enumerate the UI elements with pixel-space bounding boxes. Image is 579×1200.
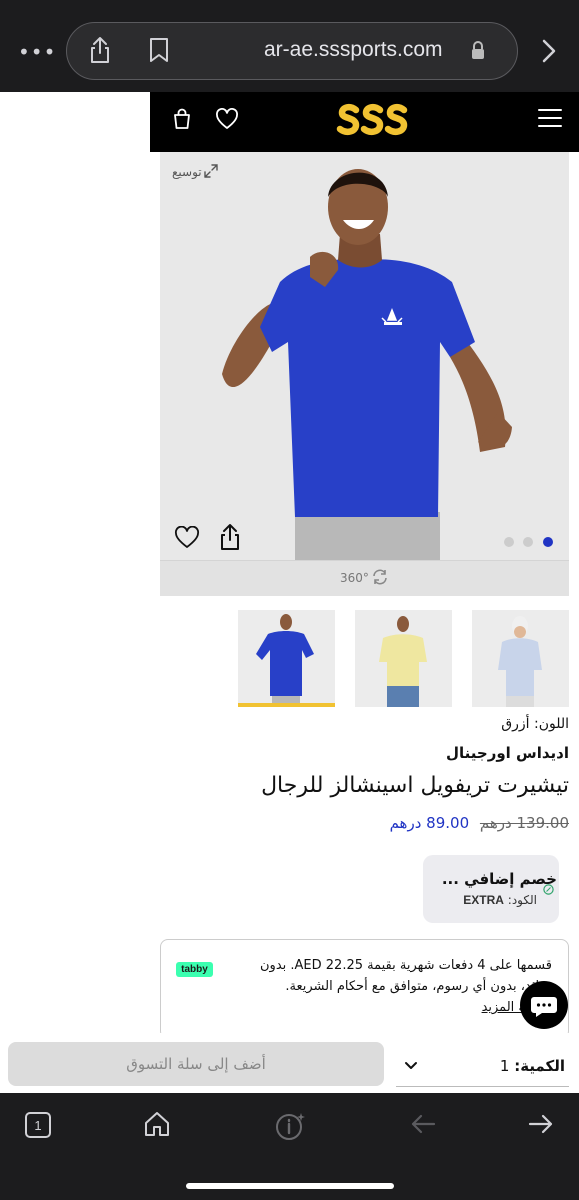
sss-logo-icon[interactable]	[336, 101, 412, 139]
thumbnail-blue-shirt[interactable]	[238, 610, 335, 707]
old-price: 139.00 درهم	[479, 814, 569, 832]
favorite-heart-icon[interactable]	[174, 526, 200, 550]
more-icon[interactable]: •••	[18, 40, 56, 64]
chevron-down-icon[interactable]	[404, 1061, 418, 1071]
product-title: تيشيرت تريفويل اسينشالز للرجال	[261, 773, 569, 798]
lock-icon	[472, 41, 484, 59]
carousel-dot[interactable]	[523, 537, 533, 547]
quantity-selector[interactable]: الكمية: 1	[500, 1057, 565, 1075]
product-brand[interactable]: اديداس اورجينال	[446, 744, 569, 762]
thumbnail-yellow-shirt[interactable]	[355, 610, 452, 707]
tabby-logo: tabby	[176, 962, 213, 977]
tabby-text-line2: فوائد، بدون أي رسوم، متوافق مع أحكام الش…	[285, 979, 552, 994]
hamburger-menu-icon[interactable]	[538, 108, 562, 128]
back-arrow-icon[interactable]	[410, 1111, 436, 1137]
quantity-underline	[396, 1086, 569, 1087]
rotate-icon[interactable]	[371, 569, 389, 585]
product-color: اللون: أزرق	[501, 716, 569, 732]
thumbnail-lightblue-shirt[interactable]	[472, 610, 569, 707]
view-360-label[interactable]: 360°	[340, 571, 369, 585]
carousel-dot-active[interactable]	[543, 537, 553, 547]
home-indicator	[186, 1183, 394, 1189]
share-icon[interactable]	[88, 36, 112, 64]
tabby-text-line1: قسمها على 4 دفعات شهرية بقيمة AED 22.25.…	[260, 958, 552, 973]
price-row: 139.00 درهم 89.00 درهم	[390, 814, 569, 832]
home-icon[interactable]	[144, 1111, 170, 1137]
expand-icon[interactable]	[204, 164, 218, 178]
chevron-right-icon[interactable]	[541, 38, 557, 64]
shopping-bag-icon[interactable]	[172, 108, 192, 130]
promo-code: الكود: EXTRA	[463, 893, 537, 907]
quantity-value: 1	[499, 1057, 510, 1075]
chat-bubble-icon	[531, 997, 557, 1017]
tab-count: 1	[34, 1118, 41, 1133]
expand-label[interactable]: توسيع	[172, 165, 202, 179]
sale-price: 89.00 درهم	[389, 814, 470, 832]
chat-button[interactable]	[520, 981, 568, 1029]
wishlist-heart-icon[interactable]	[215, 108, 239, 130]
extra-discount-title: خصم إضافي ...	[441, 870, 557, 888]
product-photo	[222, 169, 512, 560]
carousel-dot[interactable]	[504, 537, 514, 547]
url-text[interactable]: ar-ae.sssports.com	[264, 38, 443, 62]
share-product-icon[interactable]	[218, 523, 242, 551]
discount-icon	[543, 884, 554, 895]
info-sparkle-icon[interactable]	[275, 1111, 307, 1141]
promo-code-label: الكود:	[507, 893, 537, 907]
forward-arrow-icon[interactable]	[528, 1111, 554, 1137]
product-image[interactable]	[160, 152, 569, 560]
promo-code-value: EXTRA	[463, 893, 504, 907]
bookmark-icon[interactable]	[148, 37, 170, 63]
extra-discount-card[interactable]	[423, 855, 559, 923]
quantity-label: الكمية:	[514, 1057, 565, 1075]
tabs-icon[interactable]: 1	[24, 1111, 52, 1139]
add-to-cart-button[interactable]: أضف إلى سلة التسوق	[8, 1042, 384, 1086]
